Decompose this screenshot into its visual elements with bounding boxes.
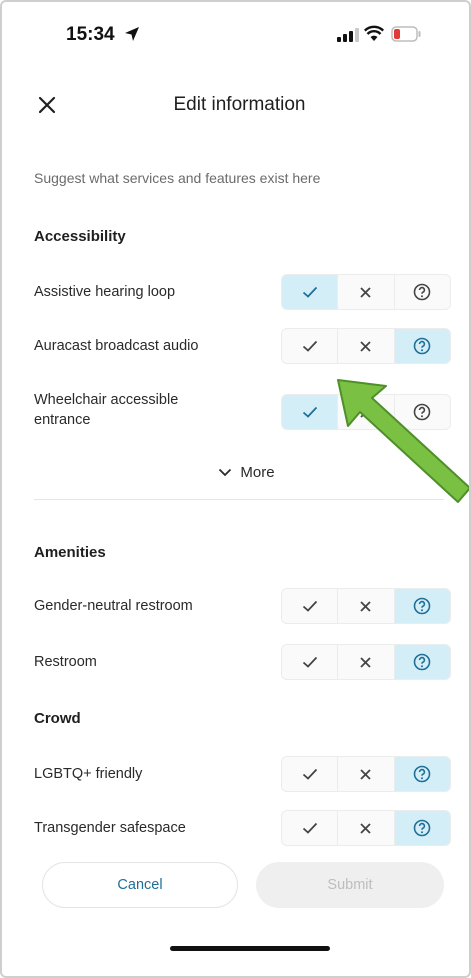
section-title-amenities: Amenities	[34, 544, 106, 561]
check-icon	[302, 600, 317, 612]
page-subtitle: Suggest what services and features exist…	[34, 170, 321, 186]
attribute-label: LGBTQ+ friendly	[34, 766, 143, 782]
wifi-icon	[364, 25, 384, 41]
yes-option[interactable]	[282, 757, 339, 791]
unknown-option[interactable]	[394, 757, 450, 791]
check-icon	[302, 768, 317, 780]
no-option[interactable]	[338, 645, 395, 679]
yes-option[interactable]	[282, 811, 339, 845]
attribute-row: Auracast broadcast audio	[2, 326, 469, 366]
attribute-row: Transgender safespace	[2, 808, 469, 848]
attribute-row: Assistive hearing loop	[2, 272, 469, 312]
no-option[interactable]	[338, 589, 395, 623]
question-circle-icon	[414, 653, 431, 671]
question-circle-icon	[414, 283, 431, 301]
x-icon	[360, 822, 372, 834]
x-icon	[360, 286, 372, 298]
home-indicator	[170, 946, 330, 951]
answer-selector	[281, 756, 451, 792]
footer-bar	[2, 910, 469, 976]
x-icon	[360, 340, 372, 352]
location-arrow-icon	[125, 27, 139, 41]
check-icon	[302, 656, 317, 668]
x-icon	[360, 768, 372, 780]
status-bar: 15:34	[2, 2, 469, 72]
answer-selector	[281, 328, 451, 364]
yes-option[interactable]	[282, 275, 339, 309]
yes-option[interactable]	[282, 329, 339, 363]
battery-icon	[391, 26, 421, 42]
no-option[interactable]	[338, 811, 395, 845]
question-circle-icon	[414, 765, 431, 783]
attribute-label: Gender-neutral restroom	[34, 598, 193, 614]
attribute-label: Auracast broadcast audio	[34, 338, 199, 354]
more-label: More	[240, 464, 275, 481]
question-circle-icon	[414, 597, 431, 615]
cancel-button[interactable]: Cancel	[42, 862, 238, 908]
answer-selector	[281, 274, 451, 310]
cellular-signal-icon	[337, 28, 359, 42]
x-icon	[360, 656, 372, 668]
question-circle-icon	[414, 819, 431, 837]
attribute-label: Transgender safespace	[34, 820, 186, 836]
unknown-option[interactable]	[394, 589, 450, 623]
unknown-option[interactable]	[394, 329, 450, 363]
answer-selector	[281, 810, 451, 846]
unknown-option[interactable]	[395, 275, 450, 309]
attribute-label: Assistive hearing loop	[34, 284, 176, 300]
section-title-accessibility: Accessibility	[34, 228, 126, 245]
no-option[interactable]	[338, 757, 395, 791]
yes-option[interactable]	[282, 645, 339, 679]
check-icon	[302, 406, 317, 418]
attribute-label: Wheelchair accessible entrance	[34, 392, 179, 428]
attribute-label: Restroom	[34, 654, 97, 670]
question-circle-icon	[414, 337, 431, 355]
unknown-option[interactable]	[394, 645, 450, 679]
phone-screen: 15:34 Edit information Suggest what serv…	[0, 0, 471, 978]
attribute-row: Restroom	[2, 642, 469, 682]
chevron-down-icon	[219, 468, 232, 477]
section-title-crowd: Crowd	[34, 710, 81, 727]
no-option[interactable]	[338, 329, 395, 363]
attribute-row: LGBTQ+ friendly	[2, 754, 469, 794]
x-icon	[360, 600, 372, 612]
unknown-option[interactable]	[394, 811, 450, 845]
answer-selector	[281, 644, 451, 680]
answer-selector	[281, 588, 451, 624]
check-icon	[302, 286, 317, 298]
attribute-row: Gender-neutral restroom	[2, 586, 469, 626]
page-title: Edit information	[173, 94, 306, 115]
annotation-arrow-icon	[337, 379, 469, 503]
submit-button[interactable]: Submit	[256, 862, 444, 908]
no-option[interactable]	[338, 275, 395, 309]
check-icon	[302, 822, 317, 834]
check-icon	[302, 340, 317, 352]
status-time: 15:34	[66, 24, 115, 45]
yes-option[interactable]	[282, 589, 339, 623]
